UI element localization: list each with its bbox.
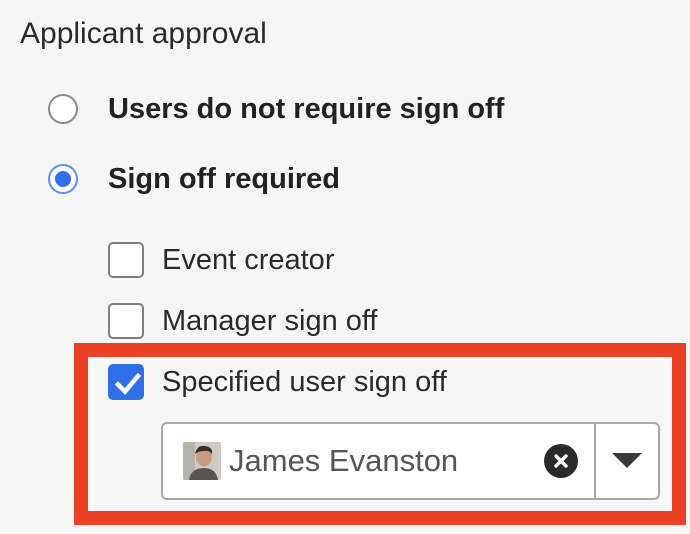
checkmark-icon — [114, 372, 142, 395]
radio-no-sign-off-label: Users do not require sign off — [108, 92, 505, 125]
user-avatar — [183, 442, 221, 480]
checkbox-unchecked-icon[interactable] — [108, 303, 144, 339]
section-title: Applicant approval — [20, 17, 267, 50]
checkbox-specified-user-sign-off[interactable]: Specified user sign off — [108, 362, 447, 402]
clear-selection-icon[interactable] — [544, 444, 578, 478]
radio-no-sign-off[interactable]: Users do not require sign off — [48, 89, 504, 129]
user-select[interactable]: James Evanston — [161, 422, 660, 500]
checkbox-event-creator[interactable]: Event creator — [108, 240, 334, 280]
applicant-approval-panel: Applicant approval Users do not require … — [0, 0, 690, 534]
radio-sign-off-required-label: Sign off required — [108, 162, 340, 195]
dropdown-caret-icon[interactable] — [596, 423, 658, 499]
checkbox-event-creator-label: Event creator — [162, 243, 335, 276]
checkbox-checked-icon[interactable] — [108, 364, 144, 400]
radio-button-unchecked-icon[interactable] — [48, 94, 78, 124]
checkbox-unchecked-icon[interactable] — [108, 242, 144, 278]
radio-sign-off-required[interactable]: Sign off required — [48, 159, 340, 199]
checkbox-specified-user-sign-off-label: Specified user sign off — [162, 365, 447, 398]
selected-user-name: James Evanston — [229, 443, 459, 478]
checkbox-manager-sign-off[interactable]: Manager sign off — [108, 301, 378, 341]
radio-button-checked-icon[interactable] — [48, 164, 78, 194]
checkbox-manager-sign-off-label: Manager sign off — [162, 304, 378, 337]
